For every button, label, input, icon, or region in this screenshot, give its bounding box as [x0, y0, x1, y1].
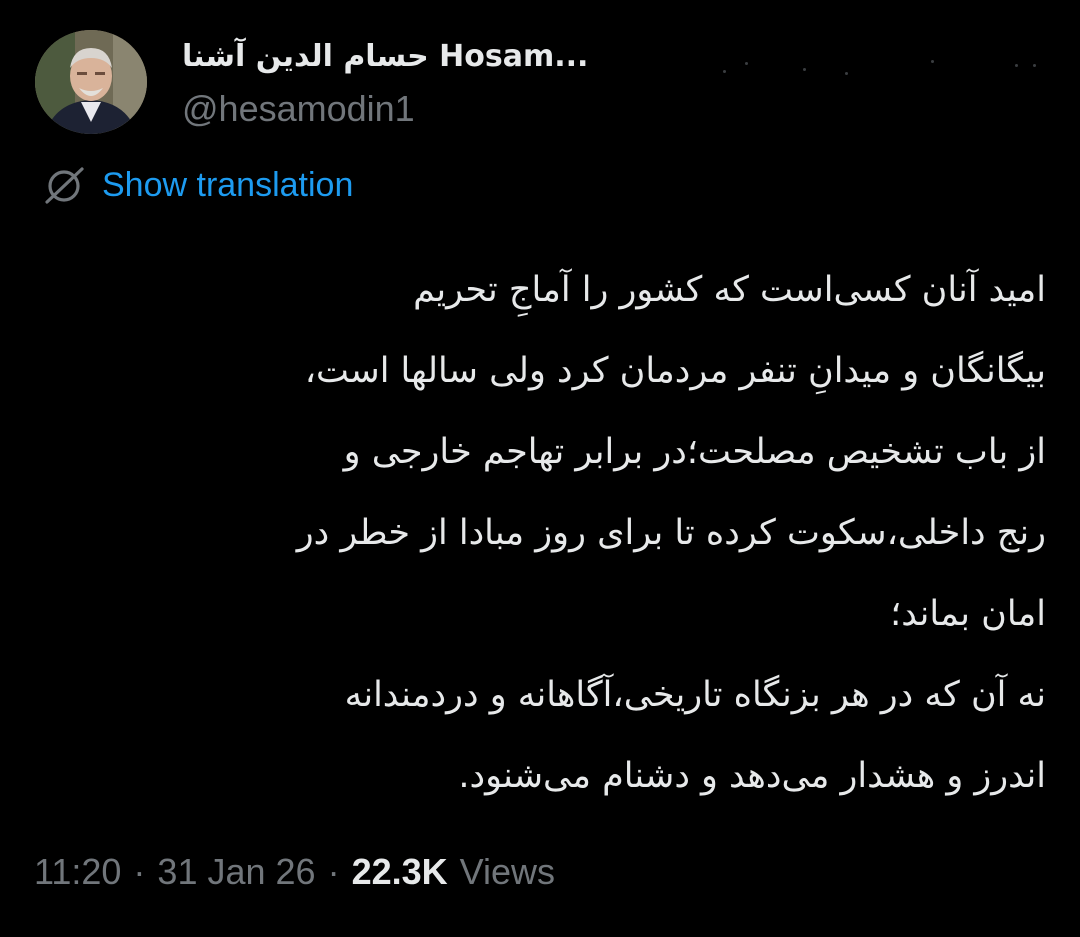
tweet-body-line: امید آنان کسی‌است که کشور را آماجِ تحریم — [413, 270, 1046, 310]
tweet-body-line: رنج داخلی،سکوت کرده تا برای روز مبادا از… — [296, 513, 1046, 553]
show-translation-label[interactable]: Show translation — [102, 166, 353, 205]
meta-separator: · — [133, 851, 146, 892]
show-translation-link[interactable]: Show translation — [42, 164, 353, 206]
avatar[interactable] — [35, 30, 147, 134]
translate-globe-icon — [45, 167, 84, 204]
views-count[interactable]: 22.3K — [352, 851, 448, 893]
tweet-body-line: امان بماند؛ — [890, 594, 1046, 634]
tweet-card: حسام الدين آشنا Hosam... @hesamodin1 Sho… — [0, 0, 1080, 937]
profile-photo-icon — [35, 30, 147, 134]
views-label: Views — [459, 851, 556, 892]
tweet-body: امید آنان کسی‌است که کشور را آماجِ تحریم… — [38, 250, 1046, 817]
tweet-time[interactable]: 11:20 — [34, 851, 121, 893]
tweet-body-line: بیگانگان و میدانِ تنفر مردمان کرد ولی سا… — [304, 351, 1046, 391]
tweet-body-line: از باب تشخیص مصلحت؛در برابر تهاجم خارجی … — [343, 432, 1046, 472]
author-handle[interactable]: @hesamodin1 — [182, 88, 415, 130]
author-name-row[interactable]: حسام الدين آشنا Hosam... — [182, 34, 588, 78]
tweet-meta: 11:20 · 31 Jan 26 · 22.3K Views — [34, 850, 555, 894]
tweet-body-line: نه آن که در هر بزنگاه تاریخی،آگاهانه و د… — [344, 675, 1046, 715]
meta-separator: · — [327, 851, 340, 892]
tweet-date[interactable]: 31 Jan 26 — [157, 851, 315, 893]
more-options-icon[interactable] — [715, 52, 1045, 82]
tweet-body-line: اندرز و هشدار می‌دهد و دشنام می‌شنود. — [458, 756, 1046, 796]
author-display-name[interactable]: حسام الدين آشنا Hosam... — [182, 39, 588, 74]
